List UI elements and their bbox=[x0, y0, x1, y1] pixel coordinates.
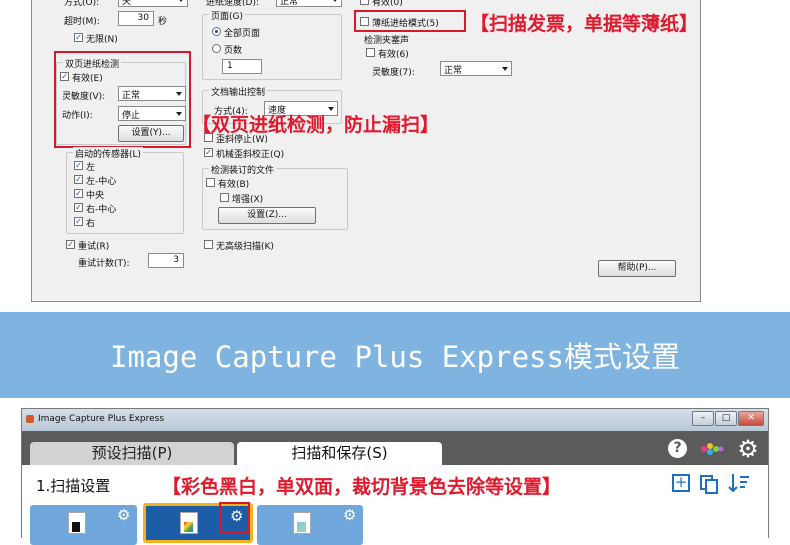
sensor-label: 右 bbox=[86, 219, 96, 229]
mode-select[interactable]: 关 bbox=[118, 0, 188, 7]
retry-checkbox[interactable]: ✓ bbox=[66, 240, 75, 249]
staple-enable-label: 有效(B) bbox=[218, 180, 250, 190]
sensor-label: 右-中心 bbox=[86, 205, 117, 215]
tab-preset-scan[interactable]: 预设扫描(P) bbox=[30, 442, 234, 465]
add-profile-icon[interactable]: + bbox=[672, 474, 690, 492]
pages-title: 页面(G) bbox=[209, 9, 245, 22]
staple-title: 检测装订的文件 bbox=[209, 163, 277, 176]
staple-enable-checkbox[interactable] bbox=[206, 178, 215, 187]
no-advanced-label: 无高级扫描(K) bbox=[216, 242, 274, 252]
fold-group-title: 检测夹塞声 bbox=[364, 36, 410, 46]
colorful-dots-icon[interactable] bbox=[699, 441, 725, 457]
mode-label: 方式(O): bbox=[64, 0, 100, 8]
minimize-button[interactable]: – bbox=[692, 411, 714, 426]
maximize-button[interactable]: □ bbox=[715, 411, 737, 426]
unlimited-label: 无限(N) bbox=[86, 35, 118, 45]
effective-label: 有效(0) bbox=[372, 0, 403, 8]
seconds-unit: 秒 bbox=[158, 17, 168, 27]
document-bw-icon bbox=[68, 512, 86, 534]
tile-gear-icon[interactable]: ⚙ bbox=[117, 508, 130, 523]
gear-highlight bbox=[219, 502, 250, 534]
all-pages-radio[interactable] bbox=[212, 27, 221, 36]
sensor-checkbox[interactable]: ✓ bbox=[74, 203, 83, 212]
banner-title: Image Capture Plus Express模式设置 bbox=[110, 340, 680, 374]
tile-gear-icon[interactable]: ⚙ bbox=[343, 508, 356, 523]
no-advanced-checkbox[interactable] bbox=[204, 240, 213, 249]
sensor-checkbox[interactable]: ✓ bbox=[74, 189, 83, 198]
speed-label: 进纸速度(D): bbox=[206, 0, 259, 8]
double-feed-highlight bbox=[54, 51, 191, 148]
staple-enhance-label: 增强(X) bbox=[232, 195, 264, 205]
all-pages-label: 全部页面 bbox=[224, 29, 261, 39]
timeout-label: 超时(M): bbox=[64, 17, 100, 27]
thin-paper-annotation: 【扫描发票，单据等薄纸】 bbox=[470, 13, 699, 35]
profile-tile-auto[interactable]: ⚙ bbox=[257, 505, 363, 545]
sensors-title: 启动的传感器(L) bbox=[73, 147, 144, 160]
window-title: Image Capture Plus Express bbox=[38, 414, 165, 424]
page-count-radio[interactable] bbox=[212, 44, 221, 53]
scan-settings-annotation: 【彩色黑白，单双面，裁切背景色去除等设置】 bbox=[162, 476, 562, 498]
app-logo-icon bbox=[26, 415, 34, 423]
mech-skew-checkbox[interactable]: ✓ bbox=[204, 148, 213, 157]
window-titlebar: Image Capture Plus Express – □ ✕ bbox=[22, 409, 768, 431]
copy-profile-icon[interactable] bbox=[699, 474, 719, 494]
help-button[interactable]: 帮助(P)... bbox=[598, 260, 676, 277]
profile-tile-bw[interactable]: ⚙ bbox=[30, 505, 137, 545]
fold-enable-label: 有效(6) bbox=[378, 50, 409, 60]
tab-scan-and-save[interactable]: 扫描和保存(S) bbox=[237, 442, 442, 465]
sensor-checkbox[interactable]: ✓ bbox=[74, 175, 83, 184]
mech-skew-label: 机械歪斜校正(Q) bbox=[216, 150, 285, 160]
scanner-settings-dialog: 方式(O): 关 超时(M): 30 秒 ✓ 无限(N) 双页进纸检测 ✓ 有效… bbox=[31, 0, 701, 302]
retry-label: 重试(R) bbox=[78, 242, 110, 252]
page-count-label: 页数 bbox=[224, 46, 243, 56]
retry-count-label: 重试计数(T): bbox=[78, 259, 130, 269]
help-icon[interactable]: ? bbox=[668, 439, 687, 458]
staple-enhance-checkbox[interactable] bbox=[220, 193, 229, 202]
retry-count-input[interactable]: 3 bbox=[148, 253, 184, 268]
document-auto-icon bbox=[293, 512, 311, 534]
double-feed-annotation: 【双页进纸检测，防止漏扫】 bbox=[192, 114, 440, 136]
fold-sensitivity-label: 灵敏度(7): bbox=[372, 68, 415, 78]
sensor-checkbox[interactable]: ✓ bbox=[74, 217, 83, 226]
sensor-checkbox[interactable]: ✓ bbox=[74, 161, 83, 170]
unlimited-checkbox[interactable]: ✓ bbox=[74, 33, 83, 42]
sensors-group: 启动的传感器(L) bbox=[66, 147, 184, 234]
doc-output-title: 文档输出控制 bbox=[209, 85, 268, 98]
document-color-icon bbox=[180, 512, 198, 534]
sensor-label: 中央 bbox=[86, 191, 105, 201]
sort-icon[interactable] bbox=[728, 472, 750, 494]
staple-settings-button[interactable]: 设置(Z)... bbox=[218, 207, 316, 224]
fold-sensitivity-select[interactable]: 正常 bbox=[440, 61, 512, 76]
timeout-input[interactable]: 30 bbox=[118, 11, 154, 26]
effective-checkbox[interactable] bbox=[360, 0, 369, 5]
speed-select[interactable]: 正常 bbox=[276, 0, 342, 7]
close-button[interactable]: ✕ bbox=[738, 411, 764, 426]
thin-paper-highlight bbox=[354, 10, 466, 32]
settings-gear-icon[interactable]: ⚙ bbox=[735, 436, 761, 462]
fold-enable-checkbox[interactable] bbox=[366, 48, 375, 57]
tab-bar: 预设扫描(P) 扫描和保存(S) ? ⚙ bbox=[22, 431, 768, 465]
sensor-label: 左 bbox=[86, 163, 96, 173]
section-label: 1.扫描设置 bbox=[36, 477, 111, 495]
sensor-label: 左-中心 bbox=[86, 177, 117, 187]
page-count-input[interactable]: 1 bbox=[222, 59, 262, 74]
section-banner: Image Capture Plus Express模式设置 bbox=[0, 312, 790, 398]
